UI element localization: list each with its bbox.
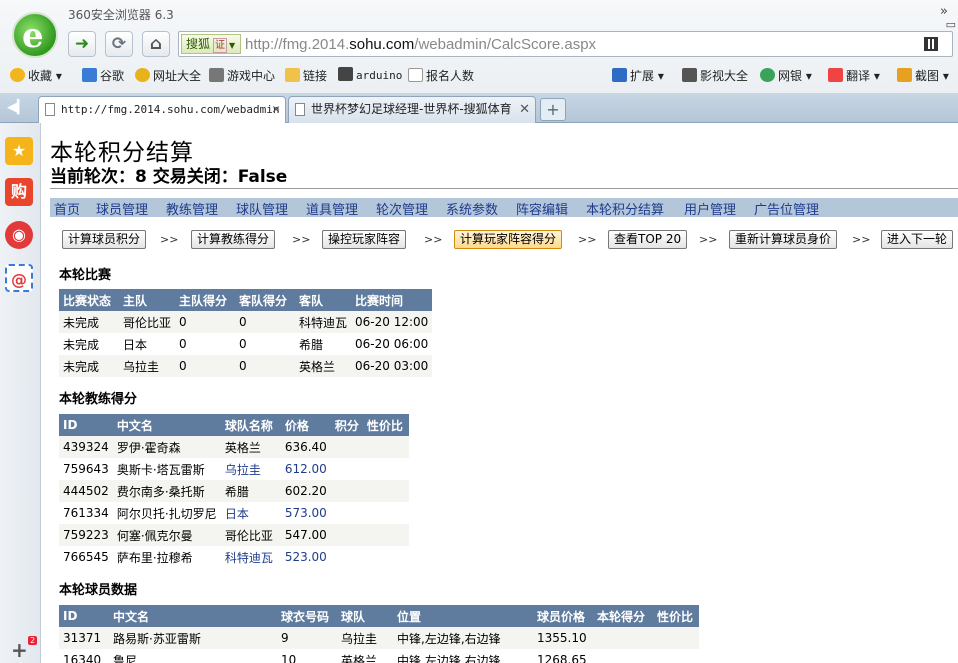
table-row: 未完成 乌拉圭 0 0 英格兰 06-20 03:00 bbox=[59, 355, 433, 377]
step-separator: >> bbox=[292, 233, 311, 246]
menu-item-settings[interactable]: 系统参数 bbox=[446, 199, 498, 218]
page-content: 本轮积分结算 当前轮次：8 交易关闭：False 首页 球员管理 教练管理 球队… bbox=[41, 123, 958, 663]
round-status: 当前轮次：8 交易关闭：False bbox=[50, 167, 288, 187]
chevron-down-icon: ▼ bbox=[229, 41, 236, 50]
search-engine-label: 搜狐 bbox=[186, 37, 211, 51]
menu-item-rounds[interactable]: 轮次管理 bbox=[376, 199, 428, 218]
notification-badge: 2 bbox=[28, 636, 38, 645]
tab-webadmin[interactable]: http://fmg.2014.sohu.com/webadmin ✕ bbox=[38, 96, 286, 123]
calc-player-score-button[interactable]: 计算球员积分 bbox=[62, 230, 147, 249]
menu-item-score-settle[interactable]: 本轮积分结算 bbox=[586, 199, 664, 218]
shopping-icon[interactable]: 购 bbox=[5, 178, 33, 206]
matches-table: 比赛状态 主队 主队得分 客队得分 客队 比赛时间 未完成 哥伦比亚 0 0 科特迪瓦 0… bbox=[59, 289, 433, 377]
players-table: ID 中文名 球衣号码 球队 位置 球员价格 本轮得分 性价比 31371 路易斯… bbox=[59, 605, 699, 663]
table-row: 16340 鲁尼 10 英格兰 中锋,左边锋,右边锋 1268.65 bbox=[59, 649, 699, 663]
screenshot-tool[interactable]: 截图 ▾ bbox=[897, 67, 949, 84]
table-row: 761334 阿尔贝托·扎切罗尼 日本 573.00 bbox=[59, 502, 409, 524]
bookmark-arduino[interactable]: arduino bbox=[338, 67, 402, 82]
home-button[interactable]: ⌂ bbox=[142, 31, 170, 57]
bookmark-google[interactable]: 谷歌 bbox=[82, 67, 124, 84]
left-sidebar: ★ 购 ◉ @ + 2 bbox=[0, 123, 41, 663]
coaches-title: 本轮教练得分 bbox=[59, 392, 138, 407]
view-top20-button[interactable]: 查看TOP 20 bbox=[608, 230, 688, 249]
step-separator: >> bbox=[160, 233, 179, 246]
menu-item-items[interactable]: 道具管理 bbox=[306, 199, 358, 218]
menu-item-coaches[interactable]: 教练管理 bbox=[166, 199, 218, 218]
table-row: 766545 萨布里·拉穆希 科特迪瓦 523.00 bbox=[59, 546, 409, 568]
control-lineup-button[interactable]: 操控玩家阵容 bbox=[322, 230, 407, 249]
menu-item-users[interactable]: 用户管理 bbox=[684, 199, 736, 218]
url-text[interactable]: http://fmg.2014.sohu.com/webadmin/CalcSc… bbox=[245, 36, 596, 53]
browser-chrome: e 360安全浏览器 6.3 » ▭ ➜ ⟳ ⌂ 搜狐证 ▼ http://fmg… bbox=[0, 0, 958, 123]
recalc-value-button[interactable]: 重新计算球员身价 bbox=[729, 230, 838, 249]
refresh-button[interactable]: ⟳ bbox=[105, 31, 133, 57]
page-icon bbox=[295, 103, 305, 116]
weibo-icon[interactable]: ◉ bbox=[5, 221, 33, 249]
menu-item-lineup[interactable]: 阵容编辑 bbox=[516, 199, 568, 218]
window-title: 360安全浏览器 6.3 bbox=[68, 8, 174, 22]
tab-worldcup[interactable]: 世界杯梦幻足球经理-世界杯-搜狐体育 ✕ bbox=[288, 96, 536, 123]
video-tool[interactable]: 影视大全 bbox=[682, 67, 748, 84]
players-title: 本轮球员数据 bbox=[59, 583, 138, 598]
bookmark-games[interactable]: 游戏中心 bbox=[209, 67, 275, 84]
menu-item-teams[interactable]: 球队管理 bbox=[236, 199, 288, 218]
page-icon bbox=[45, 103, 55, 116]
calc-coach-score-button[interactable]: 计算教练得分 bbox=[191, 230, 276, 249]
bookmark-links[interactable]: 链接 bbox=[285, 67, 327, 84]
step-separator: >> bbox=[424, 233, 443, 246]
close-icon[interactable]: ✕ bbox=[519, 97, 530, 122]
bookmark-signups[interactable]: 报名人数 bbox=[408, 67, 474, 84]
table-row: 444502 费尔南多·桑托斯 希腊 602.20 bbox=[59, 480, 409, 502]
translate-tool[interactable]: 翻译 ▾ bbox=[828, 67, 880, 84]
bookmark-url-nav[interactable]: 网址大全 bbox=[135, 67, 201, 84]
tab-bar: ◀▎ http://fmg.2014.sohu.com/webadmin ✕ 世… bbox=[0, 93, 958, 123]
new-tab-button[interactable]: + bbox=[540, 98, 566, 121]
more-chevron-icon[interactable]: » bbox=[940, 4, 948, 19]
extensions-menu[interactable]: 扩展 ▾ bbox=[612, 67, 664, 84]
step-separator: >> bbox=[578, 233, 597, 246]
table-row: 439324 罗伊·霍奇森 英格兰 636.40 bbox=[59, 436, 409, 458]
ebank-tool[interactable]: 网银 ▾ bbox=[760, 67, 812, 84]
qr-code-icon[interactable] bbox=[924, 37, 938, 51]
coaches-table: ID 中文名 球队名称 价格 积分 性价比 439324 罗伊·霍奇森 英格兰 636… bbox=[59, 414, 409, 568]
star-icon[interactable]: ★ bbox=[5, 137, 33, 165]
menu-item-players[interactable]: 球员管理 bbox=[96, 199, 148, 218]
table-row: 未完成 日本 0 0 希腊 06-20 06:00 bbox=[59, 333, 433, 355]
address-bar[interactable]: 搜狐证 ▼ http://fmg.2014.sohu.com/webadmin/C… bbox=[178, 31, 953, 57]
back-button[interactable]: ➜ bbox=[68, 31, 96, 57]
divider bbox=[50, 188, 958, 189]
table-row: 759643 奥斯卡·塔瓦雷斯 乌拉圭 612.00 bbox=[59, 458, 409, 480]
bookmarks-bar: 收藏 ▾ 谷歌 网址大全 游戏中心 链接 arduino 报名人数 扩展 ▾ 影… bbox=[0, 62, 958, 88]
table-row: 759223 何塞·佩克尔曼 哥伦比亚 547.00 bbox=[59, 524, 409, 546]
step-separator: >> bbox=[852, 233, 871, 246]
calc-lineup-score-button[interactable]: 计算玩家阵容得分 bbox=[454, 230, 563, 249]
minimize-icon[interactable]: ▭ bbox=[946, 18, 956, 31]
bookmark-favorites[interactable]: 收藏 ▾ bbox=[10, 67, 62, 84]
table-row: 31371 路易斯·苏亚雷斯 9 乌拉圭 中锋,左边锋,右边锋 1355.10 bbox=[59, 627, 699, 649]
sidebar-toggle-icon[interactable]: ◀▎ bbox=[4, 98, 30, 118]
add-icon[interactable]: + bbox=[11, 638, 28, 662]
search-engine-selector[interactable]: 搜狐证 ▼ bbox=[181, 34, 241, 54]
cert-badge: 证 bbox=[213, 38, 228, 53]
browser-logo-icon[interactable]: e bbox=[12, 12, 58, 58]
mail-icon[interactable]: @ bbox=[5, 264, 33, 292]
step-separator: >> bbox=[699, 233, 718, 246]
next-round-button[interactable]: 进入下一轮 bbox=[881, 230, 954, 249]
menu-item-ads[interactable]: 广告位管理 bbox=[754, 199, 819, 218]
close-icon[interactable]: ✕ bbox=[272, 97, 280, 122]
matches-title: 本轮比赛 bbox=[59, 268, 112, 283]
menu-item-home[interactable]: 首页 bbox=[54, 199, 80, 218]
admin-menu: 首页 球员管理 教练管理 球队管理 道具管理 轮次管理 系统参数 阵容编辑 本轮… bbox=[50, 198, 958, 218]
table-row: 未完成 哥伦比亚 0 0 科特迪瓦 06-20 12:00 bbox=[59, 311, 433, 333]
